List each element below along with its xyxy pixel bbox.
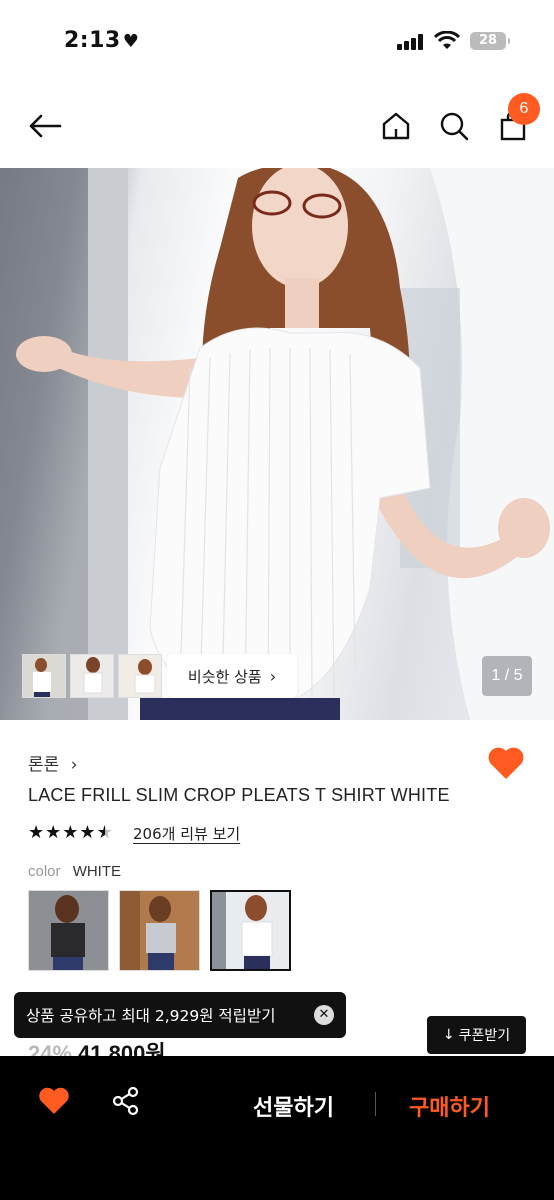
download-icon: ↓ [442,1027,455,1043]
star-icon: ★ [79,822,96,843]
wishlist-heart-icon[interactable] [38,1086,70,1116]
time-text: 2:13 [64,28,121,53]
back-button[interactable] [22,104,68,148]
battery-icon: 28 [470,32,510,50]
close-icon[interactable]: ✕ [314,1005,334,1025]
color-value: WHITE [72,863,122,880]
gallery-thumbnail[interactable] [22,654,66,698]
chevron-right-icon: › [70,755,78,775]
status-time: 2:13 ♥ [64,28,139,53]
wifi-icon [434,31,460,49]
discount-percent: 24% [28,1041,73,1056]
home-icon [382,112,410,140]
buy-button[interactable]: 구매하기 [409,1090,490,1122]
signal-icon [397,34,425,50]
toast-text: 상품 공유하고 최대 2,929원 적립받기 [26,1007,276,1025]
product-title: LACE FRILL SLIM CROP PLEATS T SHIRT WHIT… [28,785,450,805]
brand-link[interactable]: 론론 › [28,750,78,775]
cart-count-badge: 6 [508,93,540,125]
search-icon [440,112,469,141]
star-icon: ★ [62,822,79,843]
coupon-label: 쿠폰받기 [458,1028,511,1044]
share-icon[interactable] [111,1086,141,1116]
color-swatch-black[interactable] [28,890,109,971]
bottom-action-bar: 선물하기 구매하기 [0,1056,554,1200]
chevron-right-icon: › [269,666,277,686]
share-reward-toast: 상품 공유하고 최대 2,929원 적립받기 ✕ [14,992,346,1038]
coupon-button[interactable]: ↓ 쿠폰받기 [427,1016,526,1054]
gallery-thumbnails [22,654,162,698]
home-button[interactable] [376,104,416,148]
sale-price: 41,800원 [78,1041,166,1056]
star-icon: ★ [28,822,45,843]
brand-name: 론론 [28,755,60,775]
gallery-thumbnail[interactable] [118,654,162,698]
similar-products-button[interactable]: 비슷한 상품 › [167,654,297,698]
color-label: color [28,863,61,880]
gallery-thumbnail[interactable] [70,654,114,698]
heart-status-icon: ♥ [122,31,140,52]
back-arrow-icon [29,114,62,138]
color-swatch-white[interactable] [210,890,291,971]
gift-button[interactable]: 선물하기 [253,1090,334,1122]
top-nav [0,84,554,168]
star-icon: ★ [45,822,62,843]
color-swatches [28,890,291,971]
half-star-icon: ★ [96,822,113,843]
image-counter: 1 / 5 [482,656,532,696]
reviews-link[interactable]: 206개 리뷰 보기 [133,823,240,844]
color-selector-label: color WHITE [28,863,121,880]
product-image-gallery[interactable]: 비슷한 상품 › 1 / 5 [0,168,554,720]
price-row: 24% 41,800원 [28,1036,166,1056]
search-button[interactable] [434,104,474,148]
color-swatch-grey[interactable] [119,890,200,971]
product-photo [0,168,554,720]
status-bar: 2:13 ♥ 28 [0,0,554,84]
divider [375,1092,376,1116]
similar-products-label: 비슷한 상품 [187,667,262,686]
wishlist-heart-icon[interactable] [487,745,525,781]
rating-stars: ★ ★ ★ ★ ★ [28,822,113,843]
